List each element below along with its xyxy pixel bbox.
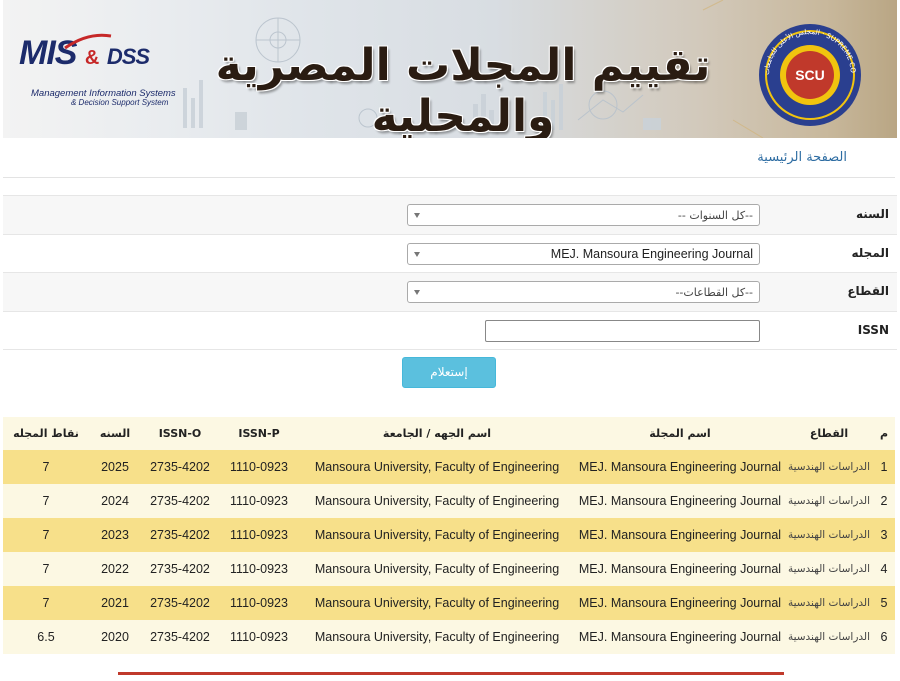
- cell-year: 2022: [89, 552, 141, 586]
- cell-num: 1: [873, 450, 895, 484]
- cell-issn-o: 2735-4202: [141, 518, 219, 552]
- sector-select-value: --كل القطاعات--: [675, 286, 753, 299]
- page-title: تقييم المجلات المصرية والمحلية: [193, 40, 733, 138]
- cell-org: Mansoura University, Faculty of Engineer…: [299, 586, 575, 620]
- table-row: 2 الدراسات الهندسية MEJ. Mansoura Engine…: [3, 484, 895, 518]
- cell-issn-p: 1110-0923: [219, 586, 299, 620]
- table-row: 4 الدراسات الهندسية MEJ. Mansoura Engine…: [3, 552, 895, 586]
- year-select-value: --كل السنوات --: [678, 209, 753, 222]
- cell-journal: MEJ. Mansoura Engineering Journal: [575, 518, 785, 552]
- cell-issn-p: 1110-0923: [219, 450, 299, 484]
- cell-num: 2: [873, 484, 895, 518]
- cell-journal: MEJ. Mansoura Engineering Journal: [575, 484, 785, 518]
- year-label: السنه: [856, 207, 889, 221]
- cell-points: 6.5: [3, 620, 89, 654]
- cell-points: 7: [3, 484, 89, 518]
- mis-logo-amp: &: [85, 47, 98, 69]
- scu-seal-logo: SCU المجلس الأعلى للجامعات · SUPREME COU…: [757, 22, 863, 128]
- issn-input[interactable]: [485, 320, 760, 342]
- cell-issn-o: 2735-4202: [141, 552, 219, 586]
- cell-points: 7: [3, 552, 89, 586]
- cell-sector: الدراسات الهندسية: [785, 552, 873, 586]
- cell-issn-o: 2735-4202: [141, 586, 219, 620]
- search-button[interactable]: إستعلام: [402, 357, 496, 388]
- cell-org: Mansoura University, Faculty of Engineer…: [299, 552, 575, 586]
- results-table: م القطاع اسم المجلة اسم الجهه / الجامعة …: [3, 417, 895, 654]
- year-select[interactable]: --كل السنوات --: [407, 204, 760, 226]
- cell-issn-p: 1110-0923: [219, 620, 299, 654]
- mis-swoosh-icon: [63, 30, 113, 50]
- cell-org: Mansoura University, Faculty of Engineer…: [299, 450, 575, 484]
- cell-points: 7: [3, 450, 89, 484]
- table-row: 6 الدراسات الهندسية MEJ. Mansoura Engine…: [3, 620, 895, 654]
- year-filter-row: السنه --كل السنوات --: [3, 195, 897, 234]
- cell-year: 2021: [89, 586, 141, 620]
- header-issn-p: ISSN-P: [219, 417, 299, 450]
- cell-year: 2020: [89, 620, 141, 654]
- cell-journal: MEJ. Mansoura Engineering Journal: [575, 552, 785, 586]
- cell-org: Mansoura University, Faculty of Engineer…: [299, 620, 575, 654]
- cell-issn-o: 2735-4202: [141, 620, 219, 654]
- cell-num: 4: [873, 552, 895, 586]
- sector-select[interactable]: --كل القطاعات--: [407, 281, 760, 303]
- mis-logo-dss: DSS: [107, 44, 149, 69]
- cell-sector: الدراسات الهندسية: [785, 450, 873, 484]
- home-link[interactable]: الصفحة الرئيسية: [757, 150, 847, 165]
- issn-filter-row: ISSN: [3, 311, 897, 350]
- journal-filter-row: المجله MEJ. Mansoura Engineering Journal: [3, 234, 897, 273]
- cell-num: 6: [873, 620, 895, 654]
- cell-year: 2023: [89, 518, 141, 552]
- sector-label: القطاع: [847, 284, 889, 298]
- header-year: السنه: [89, 417, 141, 450]
- header-journal: اسم المجلة: [575, 417, 785, 450]
- nav-bar: الصفحة الرئيسية: [3, 138, 895, 178]
- table-header-row: م القطاع اسم المجلة اسم الجهه / الجامعة …: [3, 417, 895, 450]
- cell-sector: الدراسات الهندسية: [785, 484, 873, 518]
- sector-filter-row: القطاع --كل القطاعات--: [3, 272, 897, 311]
- table-row: 1 الدراسات الهندسية MEJ. Mansoura Engine…: [3, 450, 895, 484]
- cell-issn-p: 1110-0923: [219, 484, 299, 518]
- journal-select[interactable]: MEJ. Mansoura Engineering Journal: [407, 243, 760, 265]
- header-num: م: [873, 417, 895, 450]
- cell-num: 5: [873, 586, 895, 620]
- cell-issn-p: 1110-0923: [219, 518, 299, 552]
- header-sector: القطاع: [785, 417, 873, 450]
- cell-issn-o: 2735-4202: [141, 484, 219, 518]
- cell-journal: MEJ. Mansoura Engineering Journal: [575, 620, 785, 654]
- cell-num: 3: [873, 518, 895, 552]
- cell-issn-p: 1110-0923: [219, 552, 299, 586]
- cell-sector: الدراسات الهندسية: [785, 586, 873, 620]
- cell-year: 2025: [89, 450, 141, 484]
- header-org: اسم الجهه / الجامعة: [299, 417, 575, 450]
- cell-year: 2024: [89, 484, 141, 518]
- cell-journal: MEJ. Mansoura Engineering Journal: [575, 586, 785, 620]
- scu-seal-label: SCU: [795, 67, 825, 83]
- table-row: 5 الدراسات الهندسية MEJ. Mansoura Engine…: [3, 586, 895, 620]
- chevron-down-icon: [414, 252, 420, 257]
- mis-logo-subtitle-2: & Decision Support System: [71, 98, 168, 107]
- footer-divider: [118, 672, 784, 675]
- chevron-down-icon: [414, 290, 420, 295]
- journal-label: المجله: [852, 246, 890, 260]
- header-points: نقاط المجله: [3, 417, 89, 450]
- header-issn-o: ISSN-O: [141, 417, 219, 450]
- cell-sector: الدراسات الهندسية: [785, 620, 873, 654]
- cell-org: Mansoura University, Faculty of Engineer…: [299, 484, 575, 518]
- chevron-down-icon: [414, 213, 420, 218]
- header-banner: MIS & DSS Management Information Systems…: [3, 0, 897, 138]
- cell-sector: الدراسات الهندسية: [785, 518, 873, 552]
- cell-points: 7: [3, 586, 89, 620]
- issn-label: ISSN: [858, 323, 889, 337]
- cell-issn-o: 2735-4202: [141, 450, 219, 484]
- journal-select-value: MEJ. Mansoura Engineering Journal: [551, 247, 753, 261]
- cell-points: 7: [3, 518, 89, 552]
- table-row: 3 الدراسات الهندسية MEJ. Mansoura Engine…: [3, 518, 895, 552]
- cell-org: Mansoura University, Faculty of Engineer…: [299, 518, 575, 552]
- cell-journal: MEJ. Mansoura Engineering Journal: [575, 450, 785, 484]
